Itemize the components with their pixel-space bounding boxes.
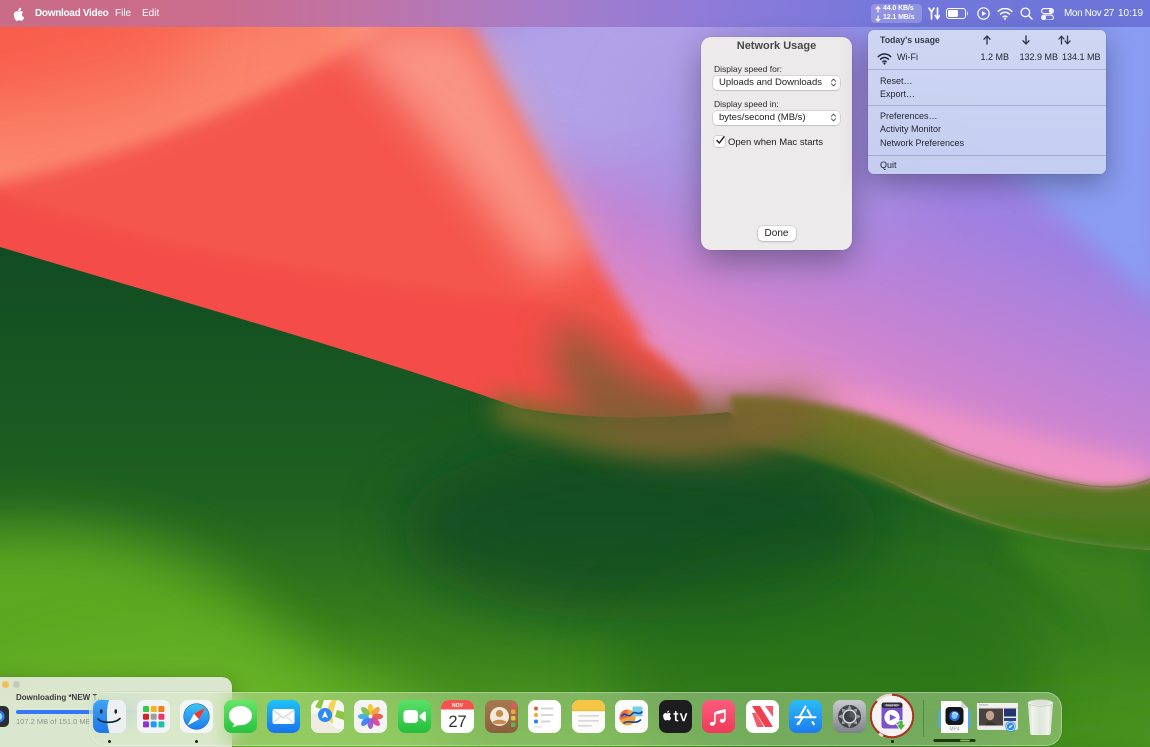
svg-text:MP4: MP4 xyxy=(949,727,960,733)
svg-text:NOV: NOV xyxy=(452,703,464,709)
svg-text:27: 27 xyxy=(448,713,466,731)
svg-text:Movie HD: Movie HD xyxy=(887,705,898,708)
